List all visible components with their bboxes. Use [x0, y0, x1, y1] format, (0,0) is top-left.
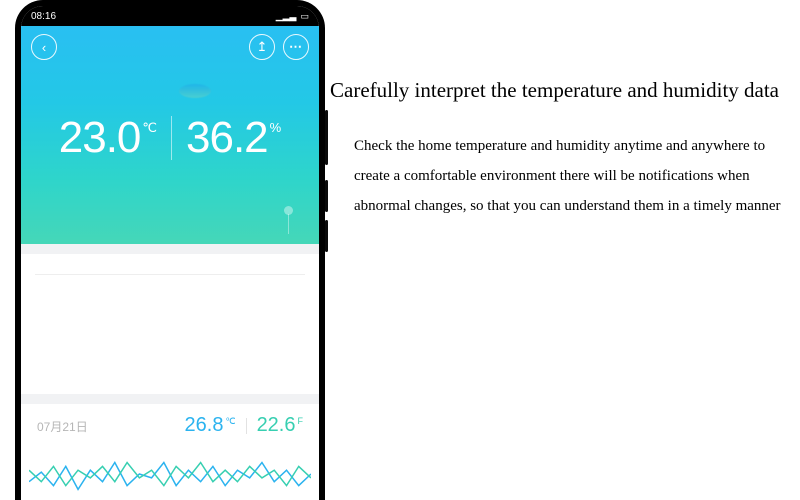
section-divider	[21, 394, 319, 404]
share-button[interactable]: ↥	[249, 34, 275, 60]
copy-heading: Carefully interpret the temperature and …	[330, 78, 790, 103]
hero-panel: ‹ ↥ ⋯ 23.0 ℃	[21, 26, 319, 244]
history-row: 07月21日 26.8 ℃ 22.6 F	[21, 414, 319, 437]
status-time: 08:16	[31, 11, 56, 22]
back-button[interactable]: ‹	[31, 34, 57, 60]
phone-screen: 08:16 ▁▂▃ ▭ ‹ ↥ ⋯	[21, 6, 319, 500]
history-divider	[246, 418, 247, 434]
app-top-bar: ‹ ↥ ⋯	[21, 26, 319, 60]
phone-frame: 08:16 ▁▂▃ ▭ ‹ ↥ ⋯	[15, 0, 325, 500]
signal-icon: ▁▂▃	[276, 11, 297, 22]
status-indicators: ▁▂▃ ▭	[276, 11, 309, 22]
section-divider	[21, 244, 319, 254]
sparkline-chart	[21, 451, 319, 499]
history-temperature-unit: ℃	[225, 416, 235, 427]
more-button[interactable]: ⋯	[283, 34, 309, 60]
chart-gridline	[35, 274, 305, 275]
humidity-reading: 36.2 %	[172, 116, 295, 160]
history-humidity-value: 22.6	[257, 414, 296, 437]
temperature-unit: ℃	[142, 120, 157, 136]
share-icon: ↥	[257, 39, 268, 55]
cloud-graphic	[179, 84, 211, 98]
history-date: 07月21日	[37, 418, 88, 435]
history-temperature-value: 26.8	[185, 414, 224, 437]
sparkline-svg	[29, 451, 311, 499]
humidity-unit: %	[270, 120, 282, 135]
humidity-value: 36.2	[186, 116, 268, 160]
history-readings: 26.8 ℃ 22.6 F	[185, 414, 303, 437]
current-readings: 23.0 ℃ 36.2 %	[21, 116, 319, 160]
volume-rocker	[325, 110, 328, 165]
status-bar: 08:16 ▁▂▃ ▭	[21, 6, 319, 26]
battery-icon: ▭	[300, 11, 309, 22]
chart-placeholder	[21, 254, 319, 394]
temperature-value: 23.0	[59, 116, 141, 160]
chevron-left-icon: ‹	[42, 40, 46, 55]
more-icon: ⋯	[289, 39, 303, 55]
history-humidity-unit: F	[298, 416, 304, 426]
copy-body: Check the home temperature and humidity …	[354, 131, 790, 221]
history-humidity: 22.6 F	[257, 414, 303, 437]
temperature-reading: 23.0 ℃	[45, 116, 171, 160]
side-button	[325, 180, 328, 212]
tree-graphic	[288, 214, 289, 234]
side-button	[325, 220, 328, 252]
marketing-copy: Carefully interpret the temperature and …	[330, 78, 790, 221]
history-temperature: 26.8 ℃	[185, 414, 236, 437]
